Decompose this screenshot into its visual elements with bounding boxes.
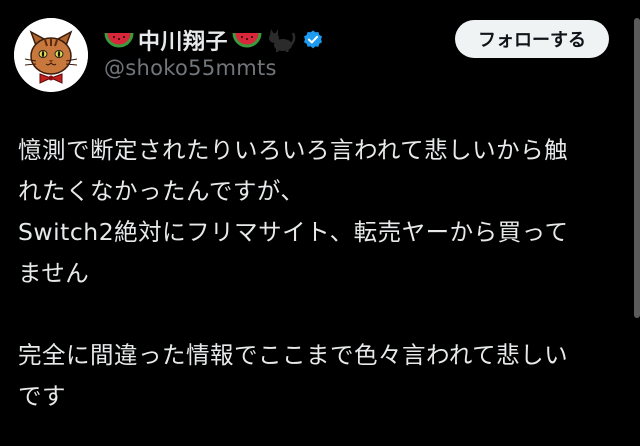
post-text-line: れたくなかったんですが、 — [18, 177, 305, 205]
post-text: 憶測で断定されたりいろいろ言われて悲しいから触 れたくなかったんですが、 Swi… — [18, 130, 618, 417]
post-text-line: 憶測で断定されたりいろいろ言われて悲しいから触 — [18, 136, 569, 164]
post-text-line: です — [18, 382, 66, 410]
post-text-line: Switch2絶対にフリマサイト、転売ヤーから買って — [18, 218, 569, 246]
watermelon-icon — [104, 32, 134, 48]
verified-badge-icon — [304, 30, 322, 49]
post-card: 中川翔子 @shoko55mmts フォローする 憶測で断定されたりいろいろ言わ… — [0, 0, 640, 446]
avatar[interactable] — [14, 18, 88, 92]
follow-button[interactable]: フォローする — [455, 20, 609, 58]
post-text-line: 完全に間違った情報でここまで色々言われて悲しい — [18, 341, 569, 369]
post-text-blank-line — [18, 294, 618, 335]
author-name-row[interactable]: 中川翔子 — [104, 24, 324, 56]
cat-avatar-icon — [14, 18, 88, 92]
scrollbar[interactable] — [634, 18, 640, 318]
black-cat-icon — [269, 29, 296, 52]
watermelon-icon — [232, 32, 262, 48]
display-name[interactable]: 中川翔子 — [138, 24, 228, 56]
author-handle[interactable]: @shoko55mmts — [104, 56, 277, 80]
post-text-line: ません — [18, 259, 90, 287]
